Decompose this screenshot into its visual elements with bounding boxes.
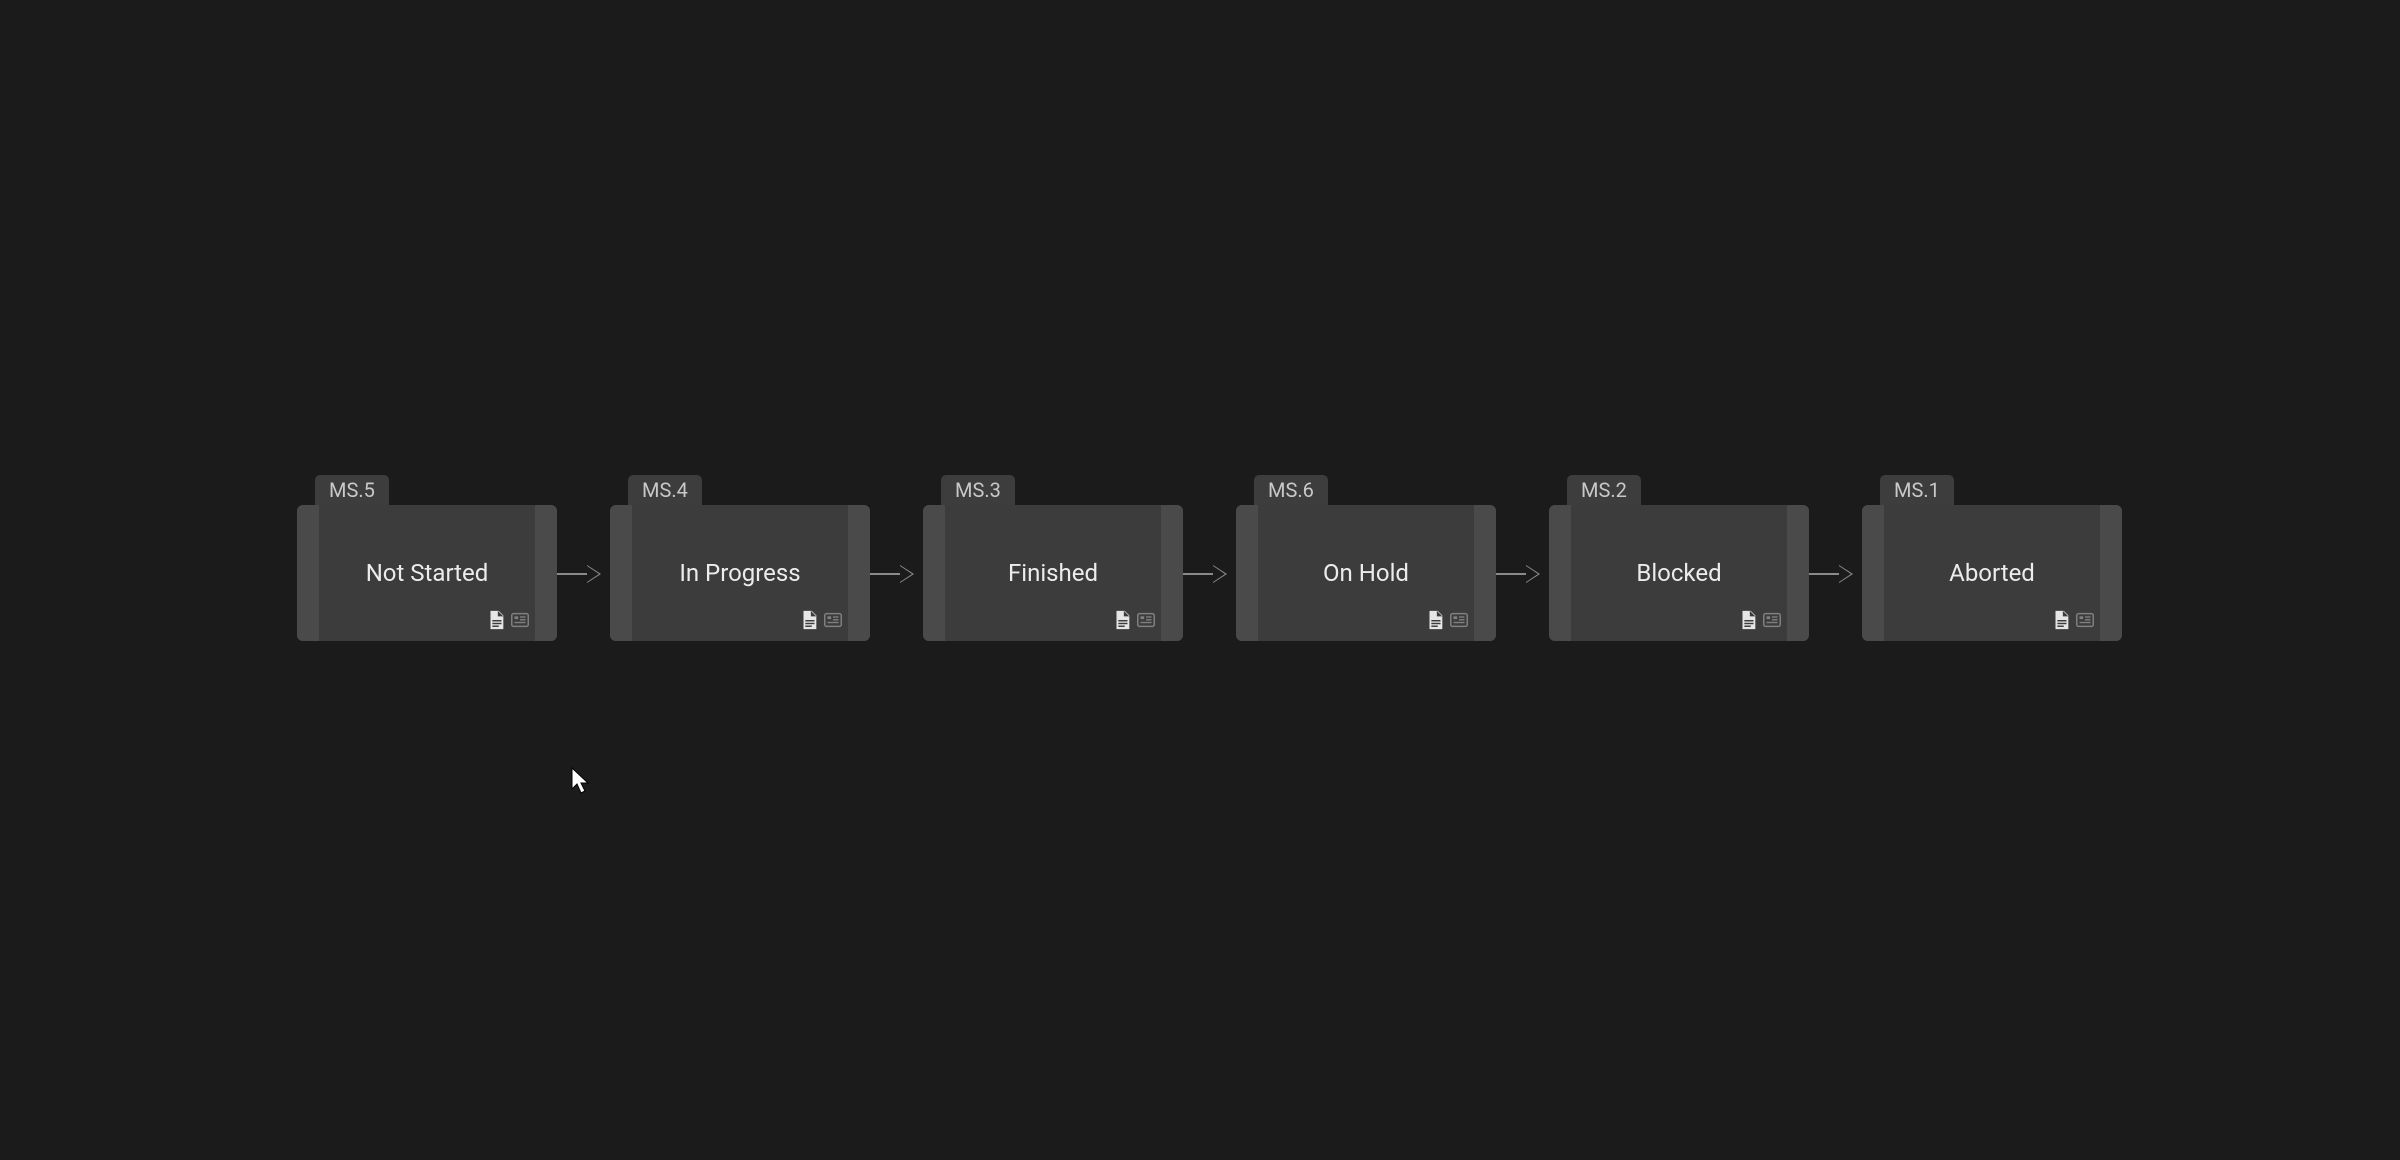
document-icon[interactable] — [485, 609, 507, 635]
document-icon[interactable] — [1111, 609, 1133, 635]
card-icon[interactable] — [822, 609, 844, 635]
card-icon[interactable] — [1761, 609, 1783, 635]
node-handle-left[interactable] — [1549, 505, 1571, 641]
document-icon[interactable] — [798, 609, 820, 635]
node-body[interactable]: In Progress — [610, 505, 870, 641]
transition-arrow[interactable] — [1809, 573, 1849, 575]
node-tag: MS.3 — [941, 475, 1015, 505]
node-handle-left[interactable] — [923, 505, 945, 641]
node-handle-right[interactable] — [2100, 505, 2122, 641]
card-icon[interactable] — [2074, 609, 2096, 635]
node-icons — [1111, 609, 1157, 635]
node-icons — [1737, 609, 1783, 635]
node-handle-left[interactable] — [1862, 505, 1884, 641]
node-handle-right[interactable] — [848, 505, 870, 641]
node-handle-left[interactable] — [297, 505, 319, 641]
state-node[interactable]: MS.4 In Progress — [610, 505, 870, 641]
node-icons — [798, 609, 844, 635]
state-node[interactable]: MS.2 Blocked — [1549, 505, 1809, 641]
card-icon[interactable] — [509, 609, 531, 635]
node-label: Blocked — [1636, 559, 1721, 587]
node-label: Finished — [1008, 559, 1098, 587]
node-icons — [2050, 609, 2096, 635]
state-node[interactable]: MS.6 On Hold — [1236, 505, 1496, 641]
document-icon[interactable] — [1737, 609, 1759, 635]
state-node[interactable]: MS.5 Not Started — [297, 505, 557, 641]
card-icon[interactable] — [1135, 609, 1157, 635]
node-body[interactable]: Not Started — [297, 505, 557, 641]
node-icons — [1424, 609, 1470, 635]
state-node[interactable]: MS.3 Finished — [923, 505, 1183, 641]
node-body[interactable]: Aborted — [1862, 505, 2122, 641]
transition-arrow[interactable] — [1183, 573, 1223, 575]
node-icons — [485, 609, 531, 635]
node-label: Aborted — [1949, 559, 2035, 587]
mouse-cursor-icon — [571, 767, 591, 795]
node-tag: MS.2 — [1567, 475, 1641, 505]
diagram-canvas[interactable]: MS.5 Not Started MS.4 In Progress — [0, 0, 2400, 1160]
node-tag: MS.1 — [1880, 475, 1954, 505]
transition-arrow[interactable] — [1496, 573, 1536, 575]
document-icon[interactable] — [1424, 609, 1446, 635]
node-body[interactable]: Blocked — [1549, 505, 1809, 641]
node-handle-right[interactable] — [1787, 505, 1809, 641]
node-label: Not Started — [366, 559, 489, 587]
node-label: In Progress — [679, 559, 800, 587]
node-handle-right[interactable] — [535, 505, 557, 641]
node-tag: MS.6 — [1254, 475, 1328, 505]
node-body[interactable]: Finished — [923, 505, 1183, 641]
card-icon[interactable] — [1448, 609, 1470, 635]
node-label: On Hold — [1323, 559, 1409, 587]
node-tag: MS.4 — [628, 475, 702, 505]
node-handle-right[interactable] — [1161, 505, 1183, 641]
state-node[interactable]: MS.1 Aborted — [1862, 505, 2122, 641]
node-handle-right[interactable] — [1474, 505, 1496, 641]
node-handle-left[interactable] — [1236, 505, 1258, 641]
transition-arrow[interactable] — [557, 573, 597, 575]
transition-arrow[interactable] — [870, 573, 910, 575]
document-icon[interactable] — [2050, 609, 2072, 635]
node-body[interactable]: On Hold — [1236, 505, 1496, 641]
node-handle-left[interactable] — [610, 505, 632, 641]
node-tag: MS.5 — [315, 475, 389, 505]
